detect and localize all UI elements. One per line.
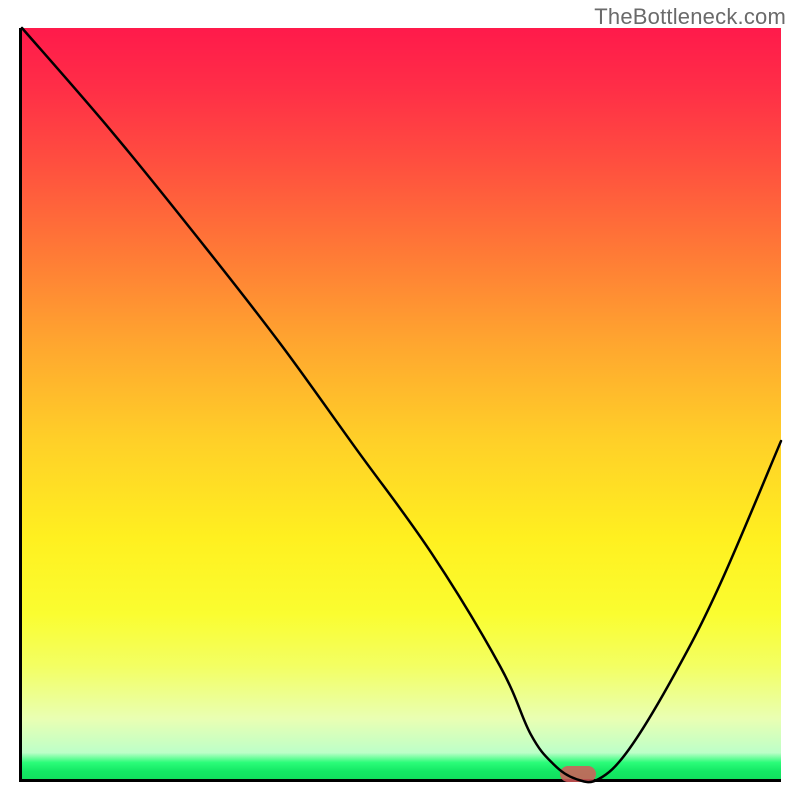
- plot-area: [19, 28, 781, 782]
- watermark-text: TheBottleneck.com: [594, 4, 786, 30]
- bottleneck-curve-line: [22, 28, 781, 779]
